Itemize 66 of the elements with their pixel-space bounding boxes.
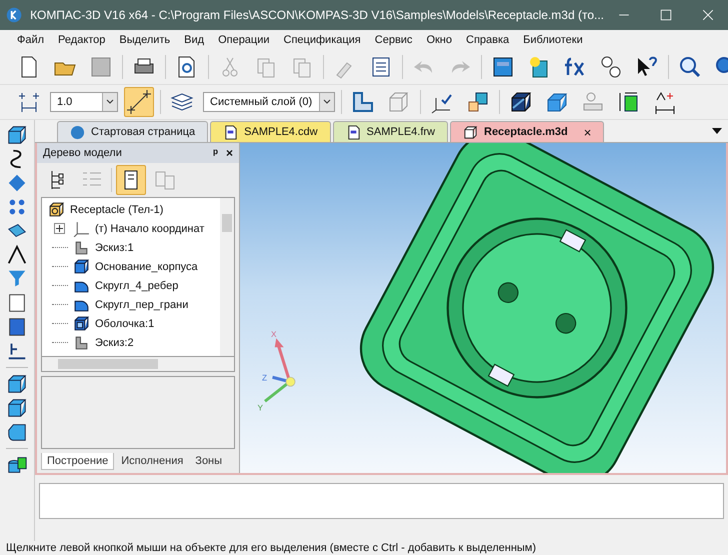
coordinate-axes-drawing <box>264 338 296 402</box>
app-logo-icon <box>6 5 22 25</box>
tab-close-button[interactable]: × <box>584 124 592 140</box>
sketch-icon <box>73 334 90 351</box>
menu-item[interactable]: Вид <box>184 34 204 46</box>
document-tab[interactable]: SAMPLE4.cdw <box>210 121 331 142</box>
axis-label: Z <box>262 373 268 382</box>
logo-icon <box>70 124 85 140</box>
shell-icon <box>73 315 90 332</box>
extrude-icon[interactable] <box>6 373 28 395</box>
panel-tab[interactable]: Зоны <box>190 453 228 469</box>
menu-item[interactable]: Операции <box>218 34 270 46</box>
menu-item[interactable]: Выделить <box>119 34 170 46</box>
status-text: Щелкните левой кнопкой мыши на объекте для его выделения (вместе с Ctrl - добавить к выделенным) <box>5 541 538 555</box>
pin-button[interactable]: ᵖ <box>213 146 218 160</box>
surface-icon[interactable] <box>6 172 28 194</box>
tree-item[interactable]: Receptacle (Тел-1) <box>70 204 164 216</box>
dropdown-icon[interactable] <box>319 93 334 111</box>
document-list-icon[interactable] <box>116 165 146 195</box>
tree-item[interactable]: Скругл_пер_грани <box>95 298 188 310</box>
tree-item[interactable]: Эскиз:1 <box>95 242 134 254</box>
layer-combo[interactable]: Системный слой (0) <box>203 92 335 112</box>
menu-item[interactable]: Сервис <box>374 34 412 46</box>
step-combo[interactable]: 1.0 <box>50 92 118 112</box>
menu-item[interactable]: Библиотеки <box>523 34 583 46</box>
menu-item[interactable]: Редактор <box>58 34 106 46</box>
tree-item[interactable]: Основание_корпуса <box>95 260 198 272</box>
document-icon <box>223 124 238 140</box>
window-title: КОМПАС-3D V16 x64 - C:\Program Files\ASCON\KOMPAS-3D V16\Samples\Models\Receptacle.m3d (то... <box>30 8 604 22</box>
maximize-icon[interactable] <box>658 7 674 23</box>
sketch-icon <box>73 239 90 256</box>
tree-item[interactable]: Скругл_4_ребер <box>95 280 178 292</box>
panel-close-button[interactable]: × <box>226 146 233 160</box>
axis-label: X <box>271 330 277 339</box>
menu-item[interactable]: Окно <box>426 34 452 46</box>
panel-tab[interactable]: Построение <box>41 453 114 470</box>
menu-item[interactable]: Спецификация <box>284 34 361 46</box>
tree-item[interactable]: (т) Начало координат <box>95 222 204 234</box>
origin-icon <box>73 220 90 237</box>
cylinders-icon[interactable] <box>6 454 28 476</box>
dropdown-icon[interactable] <box>102 93 117 111</box>
document-tab[interactable]: Стартовая страница <box>57 121 208 142</box>
measure-icon[interactable] <box>6 244 28 266</box>
part-icon <box>463 124 478 140</box>
solid-icon[interactable] <box>6 124 28 146</box>
tree-item[interactable]: Оболочка:1 <box>95 318 154 330</box>
extrude-icon <box>73 258 90 275</box>
horizontal-scrollbar[interactable] <box>41 357 235 372</box>
spec-icon[interactable] <box>6 292 28 314</box>
panel-tab[interactable]: Исполнения <box>116 453 188 469</box>
tree-item[interactable]: Эскиз:2 <box>95 336 134 348</box>
vertical-scrollbar[interactable] <box>220 198 234 356</box>
document-tab[interactable]: SAMPLE4.frw <box>332 121 448 142</box>
fillet-icon[interactable] <box>6 421 28 443</box>
menu-item[interactable]: Справка <box>466 34 510 46</box>
cut-icon[interactable] <box>6 397 28 419</box>
menu-item[interactable]: Файл <box>17 34 44 46</box>
panel-title: Дерево модели <box>43 147 123 159</box>
axis-label: Y <box>258 403 264 412</box>
document-tab[interactable]: Receptacle.m3d × <box>450 121 604 142</box>
report-icon[interactable] <box>6 316 28 338</box>
document-icon <box>346 124 361 140</box>
close-icon[interactable] <box>700 7 716 23</box>
expand-toggle[interactable] <box>54 223 65 234</box>
part-icon <box>48 201 65 218</box>
snap-icon[interactable] <box>124 87 154 117</box>
